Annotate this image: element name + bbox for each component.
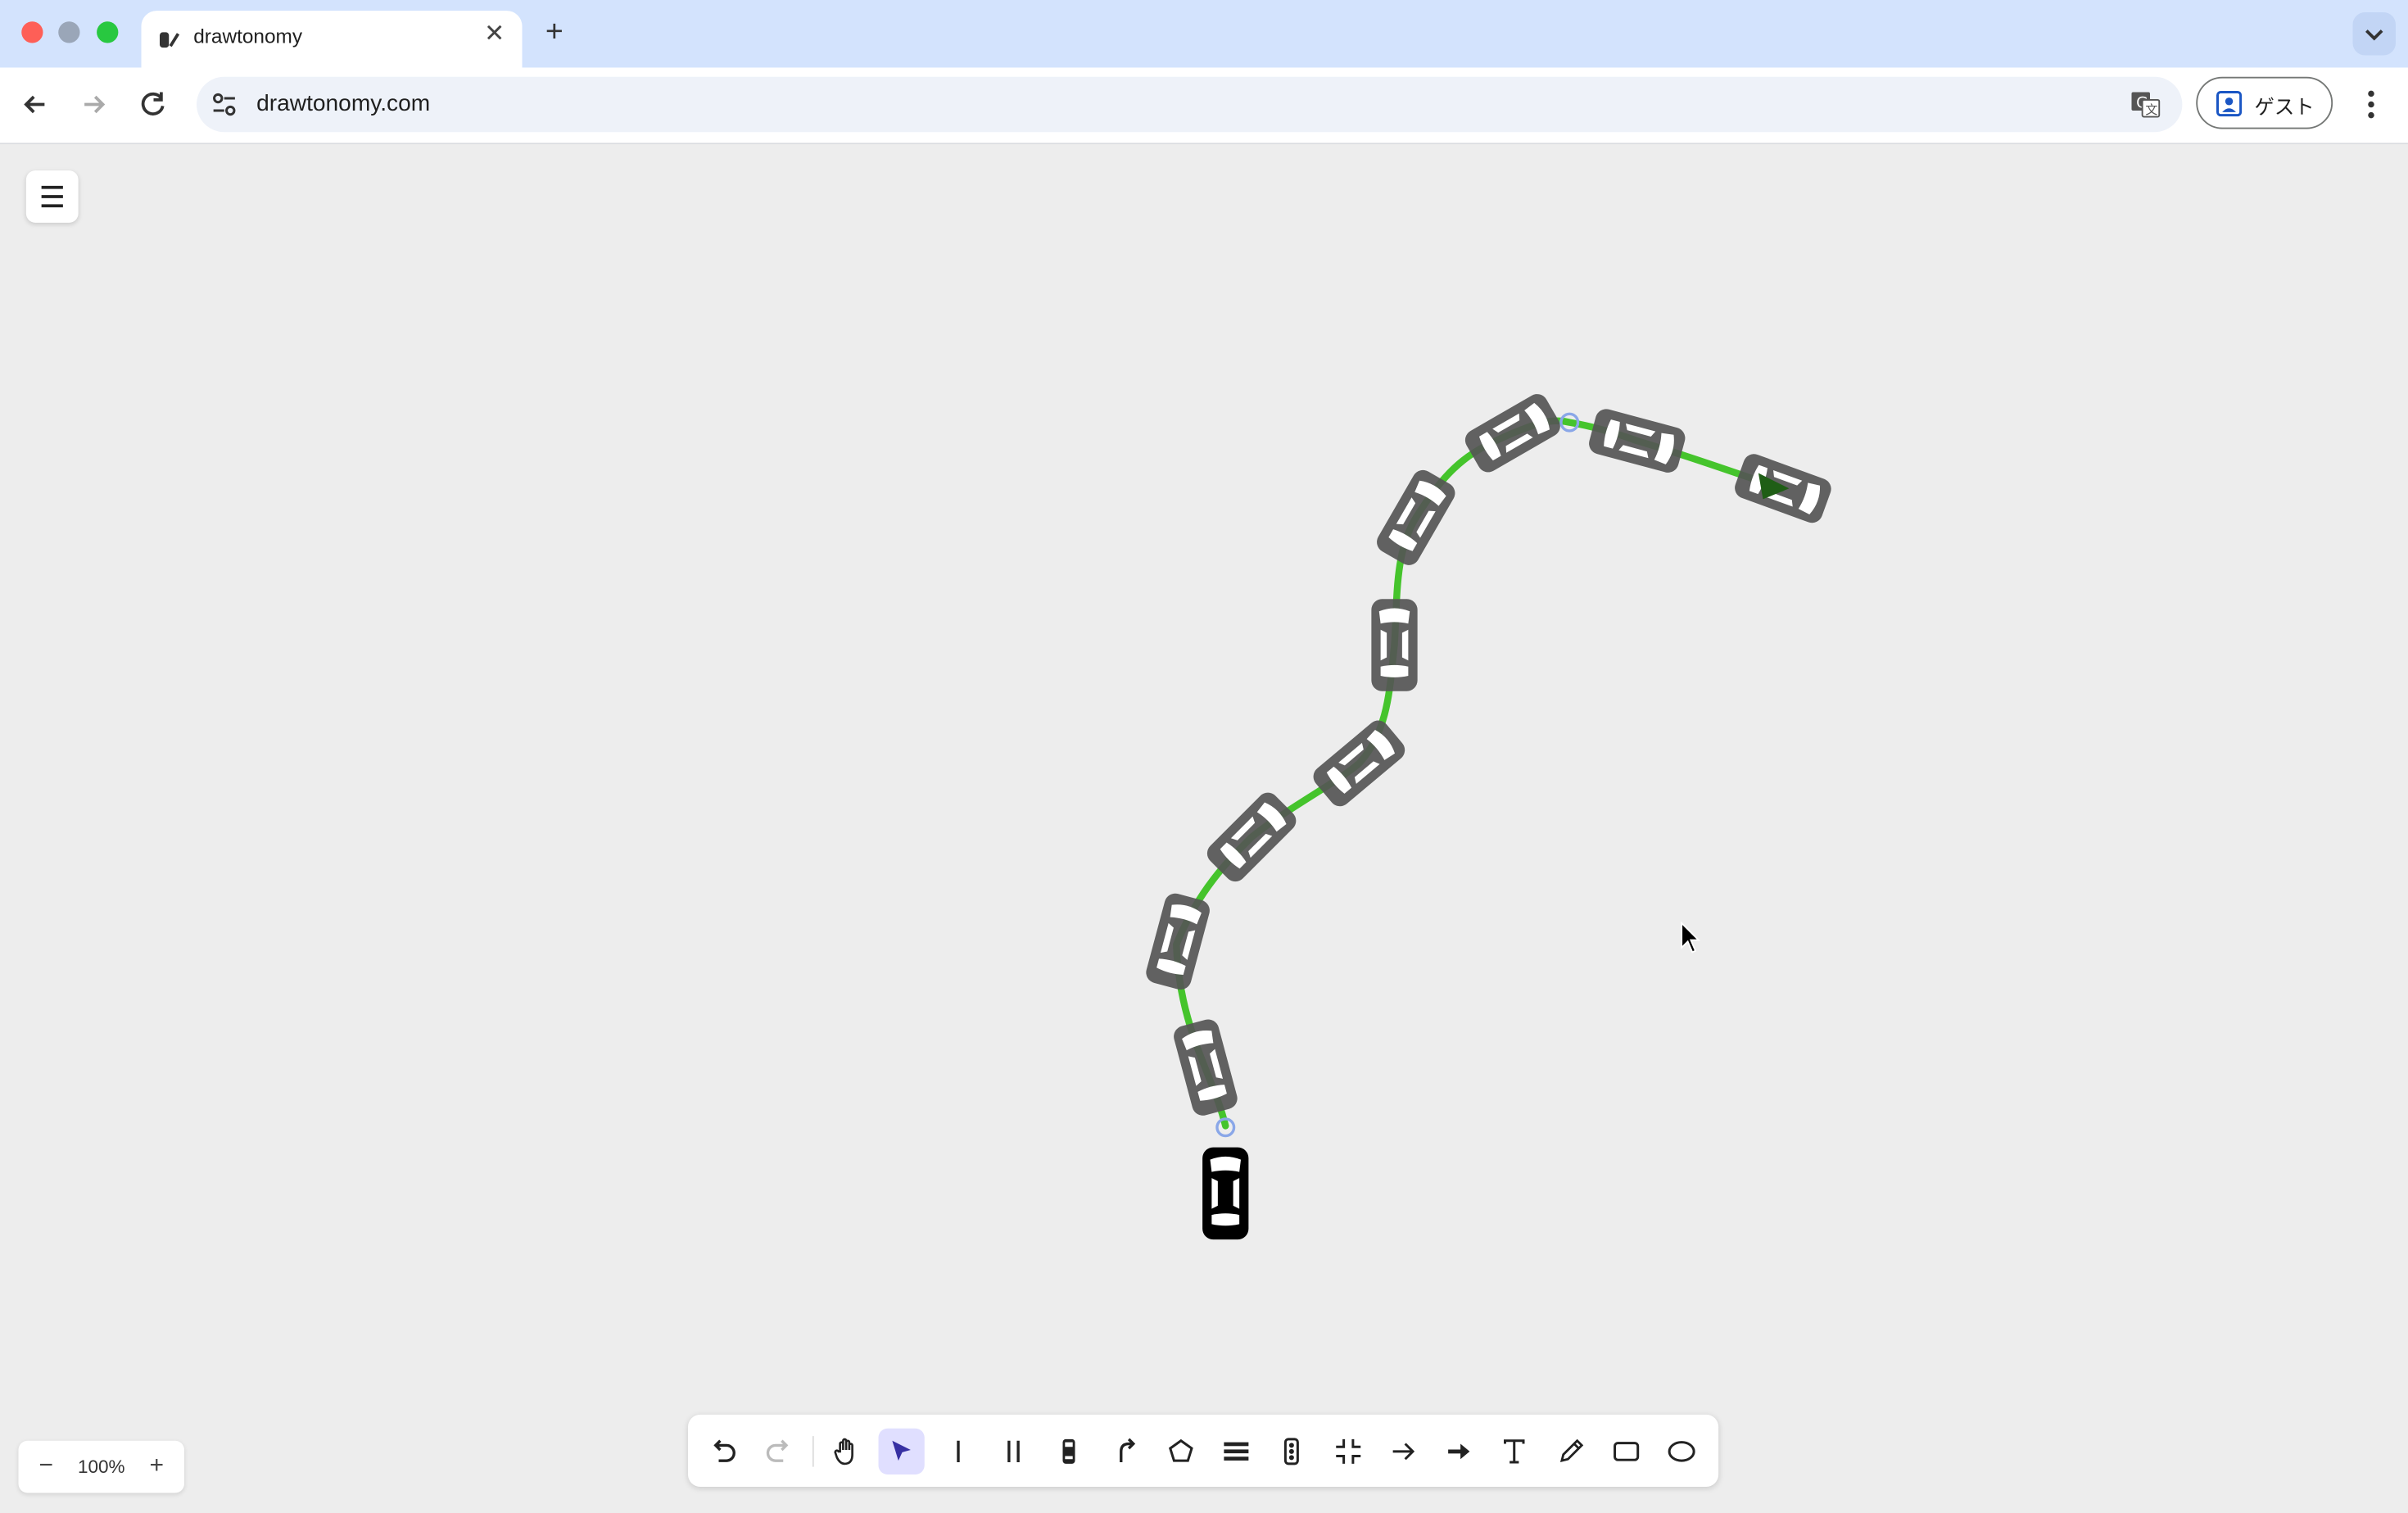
- text-icon: [1504, 1439, 1525, 1464]
- toolbar-separator: [812, 1436, 814, 1467]
- mouse-cursor-icon: [1681, 921, 1701, 954]
- tab-close-icon[interactable]: ✕: [479, 20, 510, 51]
- arrow-icon: [1392, 1443, 1415, 1461]
- ghost-vehicle[interactable]: [1309, 716, 1410, 811]
- svg-text:文: 文: [2145, 102, 2157, 117]
- double-line-icon: [1007, 1440, 1020, 1462]
- more-menu-icon[interactable]: [2356, 86, 2387, 123]
- ghost-vehicle[interactable]: [1586, 406, 1688, 475]
- zoom-level[interactable]: 100%: [74, 1456, 129, 1478]
- new-tab-icon[interactable]: +: [537, 16, 571, 49]
- ellipse-tool[interactable]: [1659, 1429, 1704, 1474]
- main-vehicle[interactable]: [1202, 1147, 1249, 1240]
- redo-button[interactable]: [756, 1429, 802, 1474]
- zoom-in-button[interactable]: +: [142, 1450, 173, 1484]
- drawing-toolbar: [688, 1414, 1719, 1487]
- window-minimize-button[interactable]: [58, 21, 80, 43]
- undo-icon: [713, 1439, 736, 1462]
- browser-toolbar: drawtonomy.com G 文 ゲスト: [0, 67, 2408, 145]
- polygon-tool[interactable]: [1158, 1429, 1204, 1474]
- tab-title: drawtonomy: [193, 25, 303, 48]
- ghost-vehicle[interactable]: [1143, 890, 1212, 992]
- tab-search-button[interactable]: [2352, 12, 2396, 56]
- address-bar[interactable]: drawtonomy.com G 文: [197, 76, 2183, 133]
- chevron-down-icon: [2365, 29, 2383, 41]
- translate-icon[interactable]: G 文: [2130, 89, 2161, 120]
- crosswalk-tool[interactable]: [1213, 1429, 1259, 1474]
- cursor-icon: [892, 1440, 911, 1461]
- browser-tab-bar: drawtonomy ✕ +: [0, 0, 2408, 68]
- ellipse-icon: [1668, 1441, 1695, 1462]
- guest-profile-icon: [2216, 91, 2243, 117]
- ghost-vehicle[interactable]: [1171, 1017, 1240, 1118]
- intersection-tool[interactable]: [1325, 1429, 1371, 1474]
- polygon-icon: [1168, 1438, 1193, 1462]
- window-close-button[interactable]: [21, 21, 43, 43]
- drawing-canvas[interactable]: [0, 144, 2408, 1513]
- hand-icon: [834, 1438, 853, 1465]
- redo-icon: [766, 1439, 789, 1462]
- ghost-vehicle[interactable]: [1371, 599, 1418, 691]
- path-icon: [1120, 1438, 1136, 1462]
- site-settings-icon[interactable]: [209, 89, 240, 120]
- window-maximize-button[interactable]: [97, 21, 119, 43]
- url-text[interactable]: drawtonomy.com: [256, 91, 430, 117]
- drawtonomy-favicon-icon: [160, 32, 180, 48]
- zoom-control: − 100% +: [18, 1440, 184, 1493]
- undo-button[interactable]: [700, 1429, 746, 1474]
- profile-label: ゲスト: [2254, 95, 2315, 119]
- ghost-vehicle[interactable]: [1461, 390, 1564, 477]
- select-tool[interactable]: [878, 1428, 925, 1474]
- thick-arrow-icon: [1448, 1443, 1470, 1460]
- vehicle-path[interactable]: [1173, 417, 1786, 1130]
- hand-tool[interactable]: [823, 1429, 869, 1474]
- vehicle-tool[interactable]: [1046, 1429, 1092, 1474]
- browser-tab[interactable]: drawtonomy ✕: [141, 11, 523, 68]
- hamburger-menu-icon: [41, 185, 63, 208]
- back-icon[interactable]: [16, 84, 56, 125]
- rectangle-tool[interactable]: [1604, 1429, 1650, 1474]
- canvas-svg: [1143, 390, 1835, 1240]
- text-tool[interactable]: [1491, 1429, 1537, 1474]
- profile-button[interactable]: ゲスト: [2196, 76, 2333, 129]
- forward-icon[interactable]: [74, 84, 114, 125]
- vehicle-icon: [1062, 1438, 1075, 1464]
- main-menu-button[interactable]: [25, 170, 79, 223]
- path-tool[interactable]: [1102, 1429, 1148, 1474]
- pencil-icon: [1559, 1438, 1584, 1463]
- reload-icon[interactable]: [134, 84, 174, 125]
- single-line-tool[interactable]: [935, 1429, 981, 1474]
- double-line-tool[interactable]: [990, 1429, 1036, 1474]
- pencil-tool[interactable]: [1548, 1429, 1594, 1474]
- crosswalk-icon: [1224, 1442, 1249, 1461]
- thick-arrow-tool[interactable]: [1436, 1429, 1482, 1474]
- arrow-tool[interactable]: [1381, 1429, 1427, 1474]
- intersection-icon: [1336, 1438, 1361, 1464]
- zoom-out-button[interactable]: −: [31, 1450, 62, 1484]
- traffic-light-icon: [1283, 1438, 1299, 1465]
- single-line-icon: [957, 1440, 960, 1462]
- rectangle-icon: [1614, 1442, 1640, 1461]
- traffic-light-tool[interactable]: [1269, 1429, 1315, 1474]
